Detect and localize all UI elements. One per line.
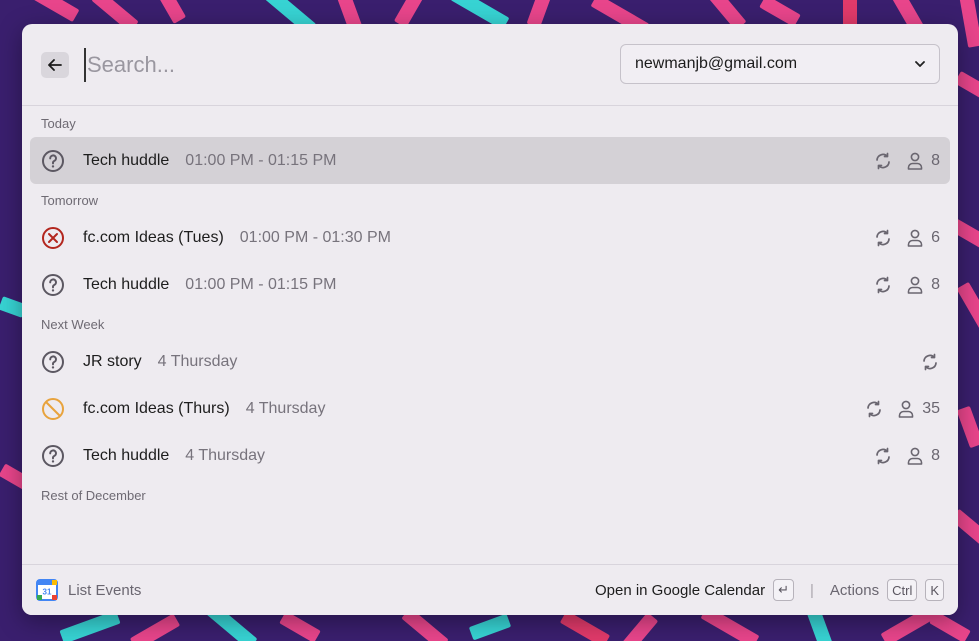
event-time: 4 Thursday [185, 446, 266, 464]
attendee-count-value: 6 [931, 228, 940, 246]
event-time: 01:00 PM - 01:30 PM [239, 228, 391, 246]
event-row[interactable]: fc.com Ideas (Tues) 01:00 PM - 01:30 PM 6 [30, 214, 950, 261]
section-title: Today [41, 116, 76, 131]
event-row[interactable]: Tech huddle 01:00 PM - 01:15 PM 8 [30, 137, 950, 184]
repeat-icon [873, 275, 893, 295]
account-dropdown[interactable]: newmanjb@gmail.com [620, 44, 940, 84]
person-icon [898, 400, 914, 418]
event-row[interactable]: Tech huddle 01:00 PM - 01:15 PM 8 [30, 261, 950, 308]
launcher-window: newmanjb@gmail.com Today Tech huddle 01:00… [22, 24, 958, 615]
event-title: Tech huddle [83, 151, 170, 169]
k-key-hint: K [925, 579, 944, 601]
background-stripe [153, 0, 187, 24]
divider: | [810, 581, 814, 599]
account-dropdown-value: newmanjb@gmail.com [635, 55, 798, 72]
background-stripe [956, 405, 979, 449]
event-accessories: 6 [873, 228, 950, 248]
repeat-icon [873, 446, 893, 466]
section-title: Rest of December [41, 488, 146, 503]
event-accessories: 8 [873, 275, 950, 295]
background-stripe [559, 610, 611, 641]
event-accessories: 35 [864, 399, 950, 419]
person-icon [907, 152, 923, 170]
status-cancelled-icon [41, 397, 65, 421]
person-icon [907, 276, 923, 294]
command-title: List Events [68, 581, 142, 599]
background-stripe [759, 0, 801, 28]
back-button[interactable] [41, 52, 69, 78]
open-in-google-calendar-action[interactable]: Open in Google Calendar [595, 582, 765, 599]
background-stripe [20, 0, 80, 23]
enter-key-hint: ↵ [773, 579, 794, 601]
attendee-count-value: 8 [931, 446, 940, 464]
attendee-count-value: 35 [922, 399, 940, 417]
status-declined-icon [41, 226, 65, 250]
attendee-count-value: 8 [931, 151, 940, 169]
status-needs-action-icon [41, 350, 65, 374]
event-accessories: 8 [873, 151, 950, 171]
person-icon [907, 447, 923, 465]
google-calendar-icon: 31 [36, 579, 58, 601]
repeat-icon [864, 399, 884, 419]
background-stripe [621, 612, 659, 641]
search-input[interactable] [84, 48, 504, 82]
person-icon [907, 229, 923, 247]
event-time: 4 Thursday [157, 352, 238, 370]
background-stripe [957, 0, 979, 48]
event-title: Tech huddle [83, 275, 170, 293]
repeat-icon [920, 352, 940, 372]
section-title: Next Week [41, 317, 105, 332]
event-accessories [920, 352, 950, 372]
event-title: fc.com Ideas (Thurs) [83, 399, 230, 417]
background-stripe [129, 613, 181, 641]
event-list: Today Tech huddle 01:00 PM - 01:15 PM 8 Tomo… [22, 107, 958, 563]
chevron-down-icon [915, 61, 925, 67]
arrow-left-icon [48, 59, 62, 71]
event-row[interactable]: Tech huddle 4 Thursday 8 [30, 432, 950, 479]
attendee-count: 8 [907, 152, 940, 170]
status-needs-action-icon [41, 149, 65, 173]
search-bar: newmanjb@gmail.com [22, 24, 958, 106]
repeat-icon [873, 151, 893, 171]
attendee-count: 8 [907, 276, 940, 294]
status-needs-action-icon [41, 444, 65, 468]
repeat-icon [873, 228, 893, 248]
event-row[interactable]: JR story 4 Thursday [30, 338, 950, 385]
attendee-count: 35 [898, 400, 940, 418]
event-title: fc.com Ideas (Tues) [83, 228, 224, 246]
background-stripe [929, 610, 971, 641]
event-accessories: 8 [873, 446, 950, 466]
event-row[interactable]: fc.com Ideas (Thurs) 4 Thursday 35 [30, 385, 950, 432]
event-time: 01:00 PM - 01:15 PM [185, 151, 337, 169]
attendee-count-value: 8 [931, 275, 940, 293]
status-needs-action-icon [41, 273, 65, 297]
actions-button[interactable]: Actions [830, 582, 879, 599]
event-time: 4 Thursday [245, 399, 326, 417]
event-title: Tech huddle [83, 446, 170, 464]
background-stripe [279, 610, 321, 641]
background-stripe [468, 613, 512, 641]
google-calendar-icon-text: 31 [43, 588, 52, 597]
background-stripe [956, 281, 979, 333]
action-bar: 31 List Events Open in Google Calendar ↵… [22, 564, 958, 615]
event-time: 01:00 PM - 01:15 PM [185, 275, 337, 293]
attendee-count: 8 [907, 447, 940, 465]
event-title: JR story [83, 352, 142, 370]
ctrl-key-hint: Ctrl [887, 579, 918, 601]
section-title: Tomorrow [41, 193, 99, 208]
attendee-count: 6 [907, 229, 940, 247]
